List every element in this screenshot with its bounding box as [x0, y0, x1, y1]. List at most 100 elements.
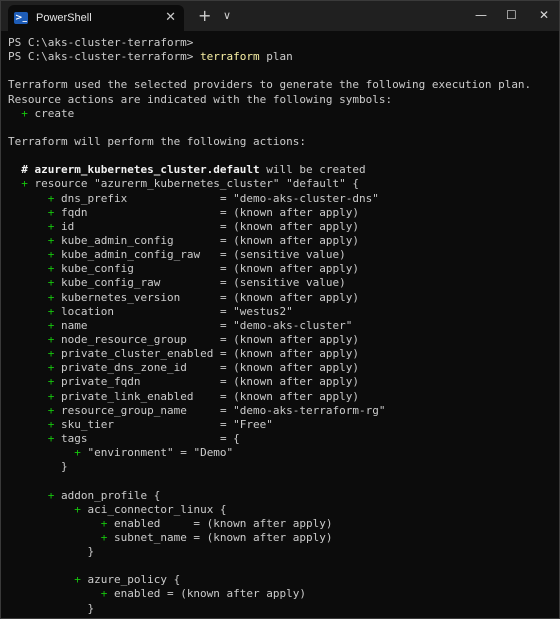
terminal-line: + azure_policy { [8, 573, 559, 587]
terminal-text: Resource actions are indicated with the … [8, 92, 393, 106]
terminal-text: addon_profile { [54, 488, 161, 502]
terminal-text: private_cluster_enabled = (known after a… [54, 347, 360, 361]
terminal-line: } [8, 602, 559, 616]
terminal-line: + kube_admin_config_raw = (sensitive val… [8, 248, 559, 262]
terminal-text: private_dns_zone_id = (known after apply… [54, 361, 360, 375]
terminal-line: + addon_profile { [8, 489, 559, 503]
terminal-line: + tags = { [8, 432, 559, 446]
terminal-text: } [8, 460, 68, 474]
terminal-line: + private_cluster_enabled = (known after… [8, 347, 559, 361]
terminal-text: location = "westus2" [54, 304, 293, 318]
terminal-text: kube_admin_config = (known after apply) [54, 233, 360, 247]
terminal-text: PS C:\aks-cluster-terraform> [8, 36, 194, 49]
terminal-text: id = (known after apply) [54, 219, 360, 233]
terminal-text: } [8, 545, 95, 559]
close-tab-icon[interactable]: ✕ [165, 10, 176, 26]
terminal-text: aci_connector_linux { [80, 502, 227, 516]
terminal-line: + private_dns_zone_id = (known after app… [8, 361, 559, 375]
terminal-line: PS C:\aks-cluster-terraform> terraform p… [8, 50, 559, 64]
minimize-icon[interactable]: — [475, 7, 487, 23]
terminal-text: kube_config = (known after apply) [54, 262, 360, 276]
terminal-line: + enabled = (known after apply) [8, 587, 559, 601]
terminal-text: fqdn = (known after apply) [54, 205, 360, 219]
terminal-text: resource "azurerm_kubernetes_cluster" "d… [27, 177, 360, 191]
terminal-line: + resource_group_name = "demo-aks-terraf… [8, 404, 559, 418]
terminal-line: + "environment" = "Demo" [8, 446, 559, 460]
terminal-text: sku_tier = "Free" [54, 417, 273, 431]
terminal-text: subnet_name = (known after apply) [107, 530, 333, 544]
plus-symbol: + [21, 106, 28, 120]
terminal-text: enabled = (known after apply) [107, 587, 307, 601]
terminal-line: + aci_connector_linux { [8, 503, 559, 517]
plus-symbol: + [21, 177, 28, 191]
terminal-text: kube_config_raw = (sensitive value) [54, 276, 346, 290]
terminal-line: + enabled = (known after apply) [8, 517, 559, 531]
terminal-line: + node_resource_group = (known after app… [8, 333, 559, 347]
plus-symbol: + [74, 446, 81, 460]
terminal-text: create [27, 106, 75, 120]
terminal-text: node_resource_group = (known after apply… [54, 332, 360, 346]
terminal-line: + create [8, 107, 559, 121]
terminal-text: azure_policy { [80, 573, 181, 587]
terminal-line: + resource "azurerm_kubernetes_cluster" … [8, 177, 559, 191]
terminal-line: } [8, 545, 559, 559]
terminal-text: dns_prefix = "demo-aks-cluster-dns" [54, 191, 379, 205]
terminal-line: + id = (known after apply) [8, 220, 559, 234]
terminal-text: enabled = (known after apply) [107, 516, 333, 530]
terminal-output[interactable]: PS C:\aks-cluster-terraform> PS C:\aks-cl… [1, 31, 559, 618]
title-bar: >_ PowerShell ✕ + ∨ — ☐ ✕ [1, 1, 559, 31]
tab-powershell[interactable]: >_ PowerShell ✕ [8, 5, 184, 31]
terminal-line: + private_link_enabled = (known after ap… [8, 390, 559, 404]
chevron-down-icon[interactable]: ∨ [223, 8, 231, 24]
terminal-line: + sku_tier = "Free" [8, 418, 559, 432]
maximize-icon[interactable]: ☐ [506, 7, 517, 23]
terminal-line: Resource actions are indicated with the … [8, 93, 559, 107]
new-tab-icon[interactable]: + [198, 7, 211, 25]
terminal-line: + fqdn = (known after apply) [8, 206, 559, 220]
terminal-text: kube_admin_config_raw = (sensitive value… [54, 248, 346, 262]
terminal-text: kubernetes_version = (known after apply) [54, 290, 360, 304]
terminal-line: + subnet_name = (known after apply) [8, 531, 559, 545]
terminal-text: Terraform used the selected providers to… [8, 78, 532, 92]
close-icon[interactable]: ✕ [539, 7, 549, 23]
terminal-text: } [8, 601, 95, 615]
tab-title: PowerShell [36, 12, 92, 24]
terminal-line: Terraform used the selected providers to… [8, 78, 559, 92]
terminal-line: + kube_admin_config = (known after apply… [8, 234, 559, 248]
terminal-line: PS C:\aks-cluster-terraform> [8, 36, 559, 50]
terminal-text: plan [259, 50, 293, 64]
terminal-line: + private_fqdn = (known after apply) [8, 375, 559, 389]
terminal-text: "environment" = "Demo" [80, 446, 234, 460]
powershell-icon: >_ [14, 12, 28, 24]
terminal-text: private_link_enabled = (known after appl… [54, 389, 360, 403]
powershell-window: >_ PowerShell ✕ + ∨ — ☐ ✕ PS C:\aks-clus… [0, 0, 560, 619]
resource-heading: # azurerm_kubernetes_cluster.default [21, 163, 260, 177]
terminal-line: + name = "demo-aks-cluster" [8, 319, 559, 333]
terminal-line: + kube_config_raw = (sensitive value) [8, 276, 559, 290]
